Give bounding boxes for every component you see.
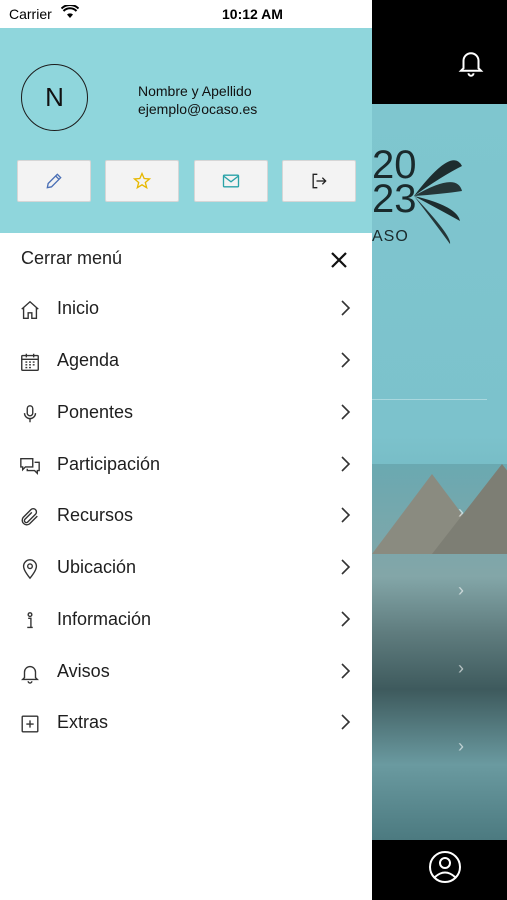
calendar-icon [21,353,39,371]
user-name: Nombre y Apellido [138,83,252,99]
menu-item-agenda[interactable]: Agenda [0,338,372,390]
menu-item-participacion[interactable]: Participación [0,442,372,494]
star-icon [132,171,152,190]
favorites-button[interactable] [105,160,179,202]
menu-item-label: Extras [57,712,109,732]
menu-item-label: Avisos [57,661,110,681]
menu-item-inicio[interactable]: Inicio [0,286,372,338]
background-divider [372,399,487,400]
microphone-icon [23,405,37,423]
clock: 10:12 AM [222,6,283,22]
chevron-right-icon: › [458,580,464,600]
menu-item-recursos[interactable]: Recursos [0,493,372,545]
plus-square-icon [21,715,39,733]
chevron-right-icon [341,300,351,316]
menu-item-label: Inicio [57,298,100,318]
close-icon[interactable] [329,250,349,270]
chevron-right-icon: › [458,502,464,522]
background-photo [372,464,507,840]
chevron-right-icon [341,456,351,472]
menu-item-label: Participación [57,454,161,474]
menu-item-ponentes[interactable]: Ponentes [0,390,372,442]
wifi-icon [61,5,79,18]
chat-icon [20,457,40,475]
bell-icon [21,665,39,684]
mail-icon [222,174,240,188]
chevron-right-icon [341,507,351,523]
profile-icon[interactable] [428,850,462,884]
logout-button[interactable] [282,160,356,202]
avatar[interactable]: N [21,64,88,131]
chevron-right-icon [341,404,351,420]
info-icon [27,612,33,629]
home-icon [21,300,39,319]
menu-item-label: Recursos [57,505,134,525]
paperclip-icon [21,508,38,526]
menu-item-informacion[interactable]: Información [0,597,372,649]
background-top-bar [372,0,507,104]
bell-icon[interactable] [456,46,486,78]
logo-fan-icon [414,160,462,244]
messages-button[interactable] [194,160,268,202]
pencil-icon [46,173,62,189]
chevron-right-icon: › [458,736,464,756]
menu-item-avisos[interactable]: Avisos [0,649,372,701]
event-logo-text: 20 23 [372,143,417,221]
carrier-label: Carrier [9,6,52,22]
menu-item-label: Información [57,609,152,629]
logout-icon [312,173,327,189]
chevron-right-icon [341,352,351,368]
close-menu-label: Cerrar menú [21,248,123,268]
background-content: 20 23 ASO › › › › [372,104,507,840]
edit-profile-button[interactable] [17,160,91,202]
chevron-right-icon [341,611,351,627]
status-bar: Carrier 10:12 AM [0,0,372,28]
user-email: ejemplo@ocaso.es [138,101,258,117]
menu-item-label: Ubicación [57,557,137,577]
chevron-right-icon [341,663,351,679]
menu-item-label: Ponentes [57,402,134,422]
chevron-right-icon: › [458,658,464,678]
side-menu-drawer: Carrier 10:12 AM N Nombre y Apellido eje… [0,0,372,900]
profile-header: Carrier 10:12 AM N Nombre y Apellido eje… [0,0,372,233]
event-logo-subtitle: ASO [372,228,409,245]
chevron-right-icon [341,559,351,575]
menu-item-extras[interactable]: Extras [0,700,372,752]
menu-item-label: Agenda [57,350,120,370]
menu-item-ubicacion[interactable]: Ubicación [0,545,372,597]
close-menu-row[interactable]: Cerrar menú [0,240,372,280]
location-pin-icon [22,559,38,580]
chevron-right-icon [341,714,351,730]
